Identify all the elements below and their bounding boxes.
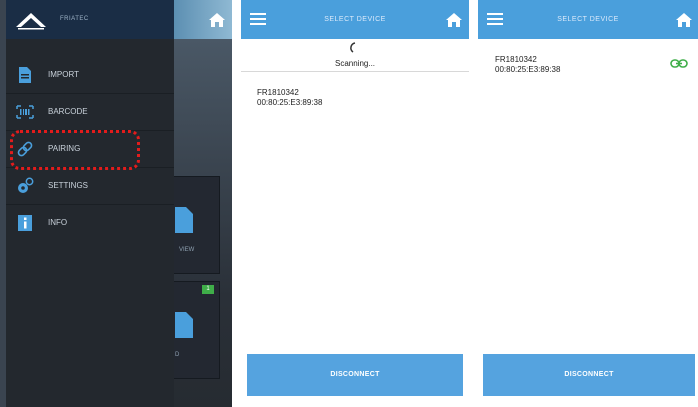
document-icon [175, 207, 193, 233]
device-mac: 00:80:25:E3:89:38 [495, 65, 561, 74]
gears-icon [18, 177, 34, 193]
import-icon [19, 67, 31, 83]
home-icon[interactable] [675, 12, 693, 28]
menu-item-barcode[interactable]: BARCODE [6, 93, 174, 131]
connected-link-icon [670, 59, 688, 68]
menu-label: INFO [48, 218, 68, 227]
document-icon [175, 312, 193, 338]
menu-label: IMPORT [48, 70, 79, 79]
home-icon[interactable] [208, 12, 226, 28]
pairing-highlight [10, 130, 140, 170]
drawer-screen: VIEW 1 D FRIATEC IMPORT BARCODE PAIRING … [0, 0, 232, 407]
top-bar: SELECT DEVICE [241, 0, 469, 39]
spinner-icon [350, 42, 356, 53]
scanning-status: Scanning... [334, 59, 376, 68]
device-list-item[interactable]: FR1810342 00:80:25:E3:89:38 [257, 88, 322, 108]
menu-item-settings[interactable]: SETTINGS [6, 167, 174, 205]
menu-item-import[interactable]: IMPORT [6, 56, 174, 94]
menu-label: SETTINGS [48, 181, 89, 190]
drawer-header: FRIATEC [6, 0, 174, 39]
divider [241, 71, 469, 72]
disconnect-button[interactable]: DISCONNECT [483, 354, 695, 396]
brand-name: FRIATEC [60, 16, 89, 22]
device-name: FR1810342 [257, 88, 299, 97]
home-icon[interactable] [445, 12, 463, 28]
top-bar: SELECT DEVICE [478, 0, 698, 39]
tile-label: VIEW [179, 247, 195, 253]
background-tile-2: 1 D [168, 281, 220, 379]
select-device-connected-screen: SELECT DEVICE FR1810342 00:80:25:E3:89:3… [478, 0, 698, 407]
device-mac: 00:80:25:E3:89:38 [257, 98, 323, 107]
device-list-item[interactable]: FR1810342 00:80:25:E3:89:38 [495, 55, 560, 75]
device-name: FR1810342 [495, 55, 537, 64]
background-tile-view: VIEW [168, 176, 220, 274]
screen-title: SELECT DEVICE [324, 16, 386, 23]
menu-item-info[interactable]: INFO [6, 204, 174, 241]
navigation-drawer: FRIATEC IMPORT BARCODE PAIRING SETTINGS … [6, 0, 174, 407]
disconnect-button[interactable]: DISCONNECT [247, 354, 463, 396]
barcode-icon [16, 105, 34, 119]
friatec-logo [16, 13, 46, 30]
screen-title: SELECT DEVICE [557, 16, 619, 23]
tile-label: D [175, 352, 180, 358]
count-badge: 1 [202, 285, 214, 294]
menu-label: BARCODE [48, 107, 88, 116]
select-device-scanning-screen: SELECT DEVICE Scanning... FR1810342 00:8… [241, 0, 469, 407]
info-icon [18, 215, 32, 231]
